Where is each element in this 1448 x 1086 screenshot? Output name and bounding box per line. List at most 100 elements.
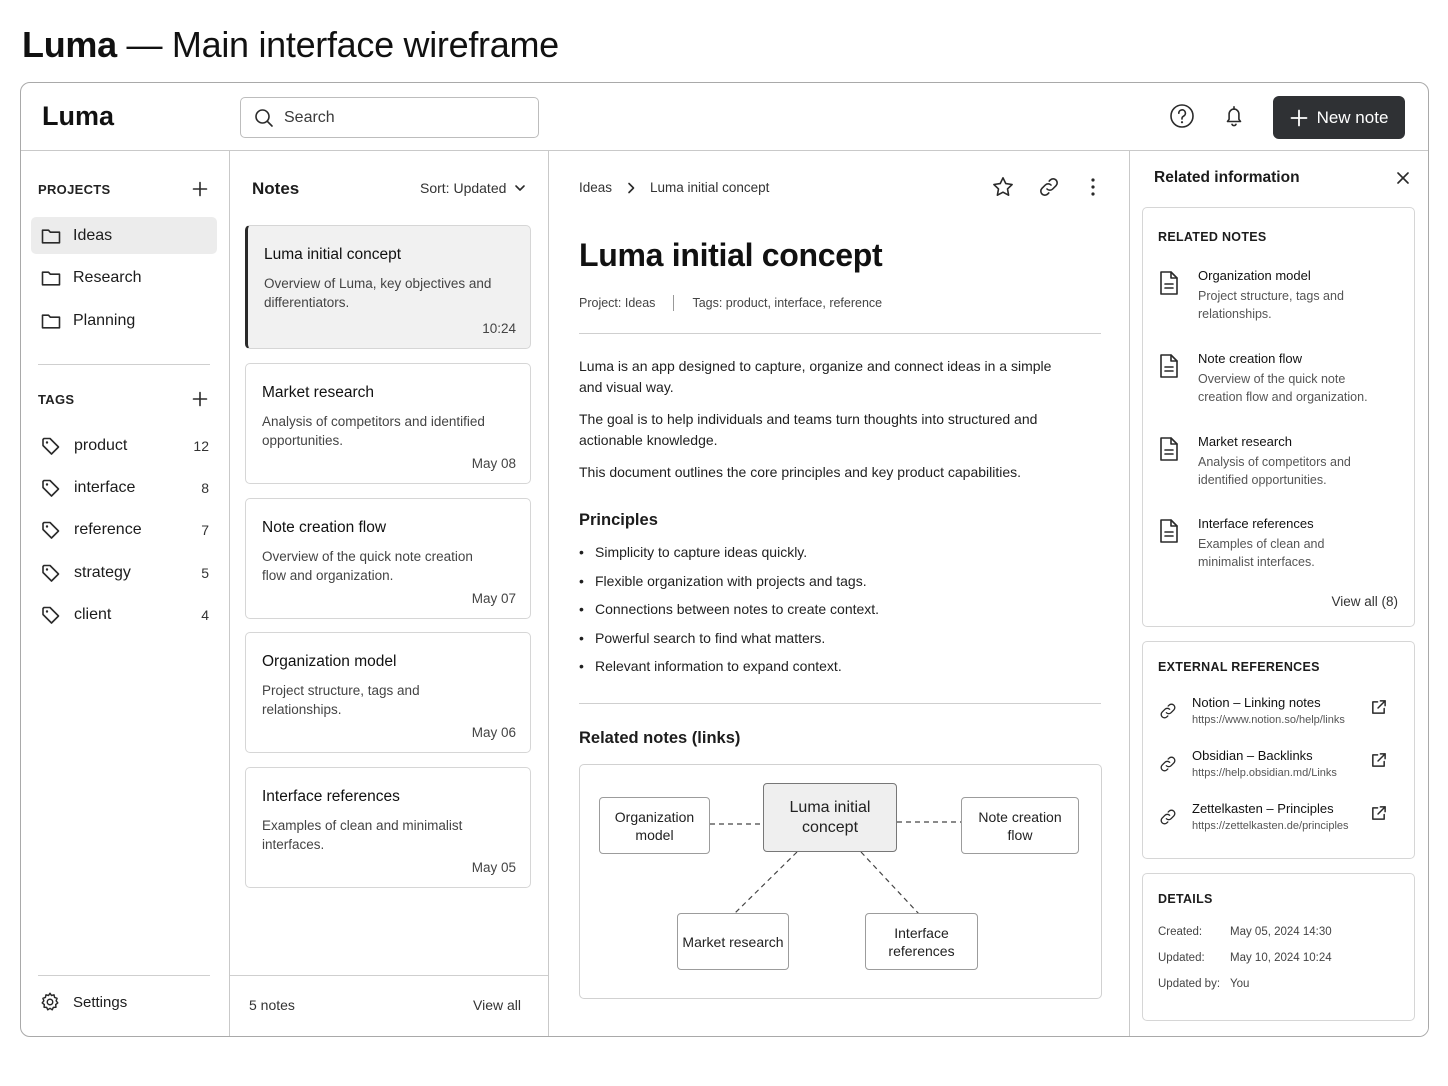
list-item: Flexible organization with projects and … [579,573,879,602]
notes-view-all-link[interactable]: View all [473,997,521,1013]
list-item: Powerful search to find what matters. [579,630,879,659]
close-icon[interactable] [1396,171,1410,185]
related-note-title: Market research [1198,434,1292,449]
project-label: Research [73,268,142,286]
add-tag-icon[interactable] [192,391,208,407]
external-link-item[interactable]: Zettelkasten – Principles https://zettelk… [1158,801,1403,832]
add-project-icon[interactable] [192,181,208,197]
tag-item-product[interactable]: product 12 [41,434,209,458]
external-open-icon[interactable] [1370,805,1387,822]
tag-count: 8 [201,480,209,496]
gear-icon [39,991,61,1013]
detail-value: May 10, 2024 10:24 [1230,952,1332,964]
search-input[interactable] [284,108,524,127]
star-icon[interactable] [991,175,1015,199]
document-icon [1158,436,1180,462]
meta-separator [673,295,675,311]
note-card[interactable]: Market research Analysis of competitors … [245,363,531,484]
external-references-box: EXTERNAL REFERENCES Notion – Linking not… [1142,641,1415,859]
folder-icon [41,269,61,287]
related-view-all-link[interactable]: View all (8) [1331,594,1398,609]
document-meta: Project: Ideas Tags: product, interface,… [579,295,882,311]
sidebar-item-research[interactable]: Research [31,259,217,296]
new-note-label: New note [1316,107,1389,127]
breadcrumb: Ideas Luma initial concept [579,180,769,195]
folder-icon [41,227,61,245]
sort-dropdown[interactable]: Sort: Updated [420,180,526,196]
related-note-desc: Overview of the quick note creation flow… [1198,372,1368,404]
graph-node-organization-model[interactable]: Organization model [599,797,710,854]
settings-button[interactable]: Settings [39,991,127,1013]
detail-row: Created: May 05, 2024 14:30 [1158,926,1332,938]
tag-icon [41,605,61,625]
related-note-item[interactable]: Interface references Examples of clean an… [1158,516,1398,571]
related-note-item[interactable]: Organization model Project structure, tag… [1158,268,1398,323]
note-time: May 07 [471,591,516,606]
link-icon[interactable] [1037,175,1061,199]
external-open-icon[interactable] [1370,699,1387,716]
note-time: May 05 [471,860,516,875]
graph-node-note-creation-flow[interactable]: Note creation flow [961,797,1079,854]
sidebar-item-planning[interactable]: Planning [31,302,217,339]
sidebar: PROJECTS Ideas Research Planning TAGS pr… [21,151,230,1036]
note-description: Project structure, tags and relationship… [262,683,420,717]
related-note-item[interactable]: Market research Analysis of competitors a… [1158,434,1398,489]
notes-title: Notes [252,179,300,198]
external-link-item[interactable]: Obsidian – Backlinks https://help.obsidia… [1158,748,1403,779]
breadcrumb-item: Luma initial concept [650,180,770,195]
breadcrumb-item[interactable]: Ideas [579,180,612,195]
external-open-icon[interactable] [1370,752,1387,769]
related-links-heading: Related notes (links) [579,729,741,747]
related-notes-graph: Organization model Luma initial concept … [579,764,1102,999]
detail-row: Updated: May 10, 2024 10:24 [1158,952,1332,964]
related-notes-box: RELATED NOTES Organization model Project … [1142,207,1415,627]
tag-count: 4 [201,607,209,623]
details-box: DETAILS Created: May 05, 2024 14:30 Updat… [1142,873,1415,1021]
list-item: Relevant information to expand context. [579,658,879,687]
external-link-item[interactable]: Notion – Linking notes https://www.notion… [1158,695,1403,726]
help-circle-icon[interactable] [1169,103,1195,129]
note-card[interactable]: Interface references Examples of clean a… [245,767,531,888]
page-heading: Luma — Main interface wireframe [22,24,559,65]
tag-item-client[interactable]: client 4 [41,603,209,627]
paragraph: The goal is to help individuals and team… [579,411,1038,448]
graph-node-interface-references[interactable]: Interface references [865,913,978,970]
detail-key: Updated: [1158,952,1205,964]
app-window: Luma New note PROJECTS Ideas [20,82,1429,1037]
note-card[interactable]: Organization model Project structure, ta… [245,632,531,753]
note-card[interactable]: Note creation flow Overview of the quick… [245,498,531,619]
meta-project: Project: Ideas [579,296,656,310]
more-vertical-icon[interactable] [1081,175,1105,199]
external-link-url: https://help.obsidian.md/Links [1192,767,1337,779]
sidebar-item-ideas[interactable]: Ideas [31,217,217,254]
new-note-button[interactable]: New note [1273,96,1405,139]
tag-item-strategy[interactable]: strategy 5 [41,561,209,585]
graph-node-market-research[interactable]: Market research [677,913,789,970]
note-title: Luma initial concept [264,246,401,263]
link-icon [1158,701,1178,721]
search-box[interactable] [240,97,539,138]
related-note-desc: Analysis of competitors and identified o… [1198,455,1351,487]
note-time: May 08 [471,456,516,471]
meta-tags: Tags: product, interface, reference [692,296,883,310]
notes-footer-divider [230,975,548,977]
note-card[interactable]: Luma initial concept Overview of Luma, k… [245,225,531,349]
tags-heading: TAGS [38,392,75,407]
bell-icon[interactable] [1221,103,1247,129]
tag-count: 7 [201,522,209,538]
detail-key: Created: [1158,926,1203,938]
tag-label: strategy [74,564,131,581]
related-note-title: Organization model [1198,268,1311,283]
settings-label: Settings [73,993,128,1011]
related-note-item[interactable]: Note creation flow Overview of the quick … [1158,351,1398,406]
paragraph: This document outlines the core principl… [579,464,1022,480]
document-icon [1158,270,1180,296]
detail-value: You [1230,978,1250,990]
detail-value: May 05, 2024 14:30 [1230,926,1332,938]
link-icon [1158,754,1178,774]
projects-heading: PROJECTS [38,182,111,197]
tag-item-reference[interactable]: reference 7 [41,518,209,542]
tag-item-interface[interactable]: interface 8 [41,476,209,500]
project-label: Ideas [73,226,113,244]
graph-node-center[interactable]: Luma initial concept [763,783,897,852]
